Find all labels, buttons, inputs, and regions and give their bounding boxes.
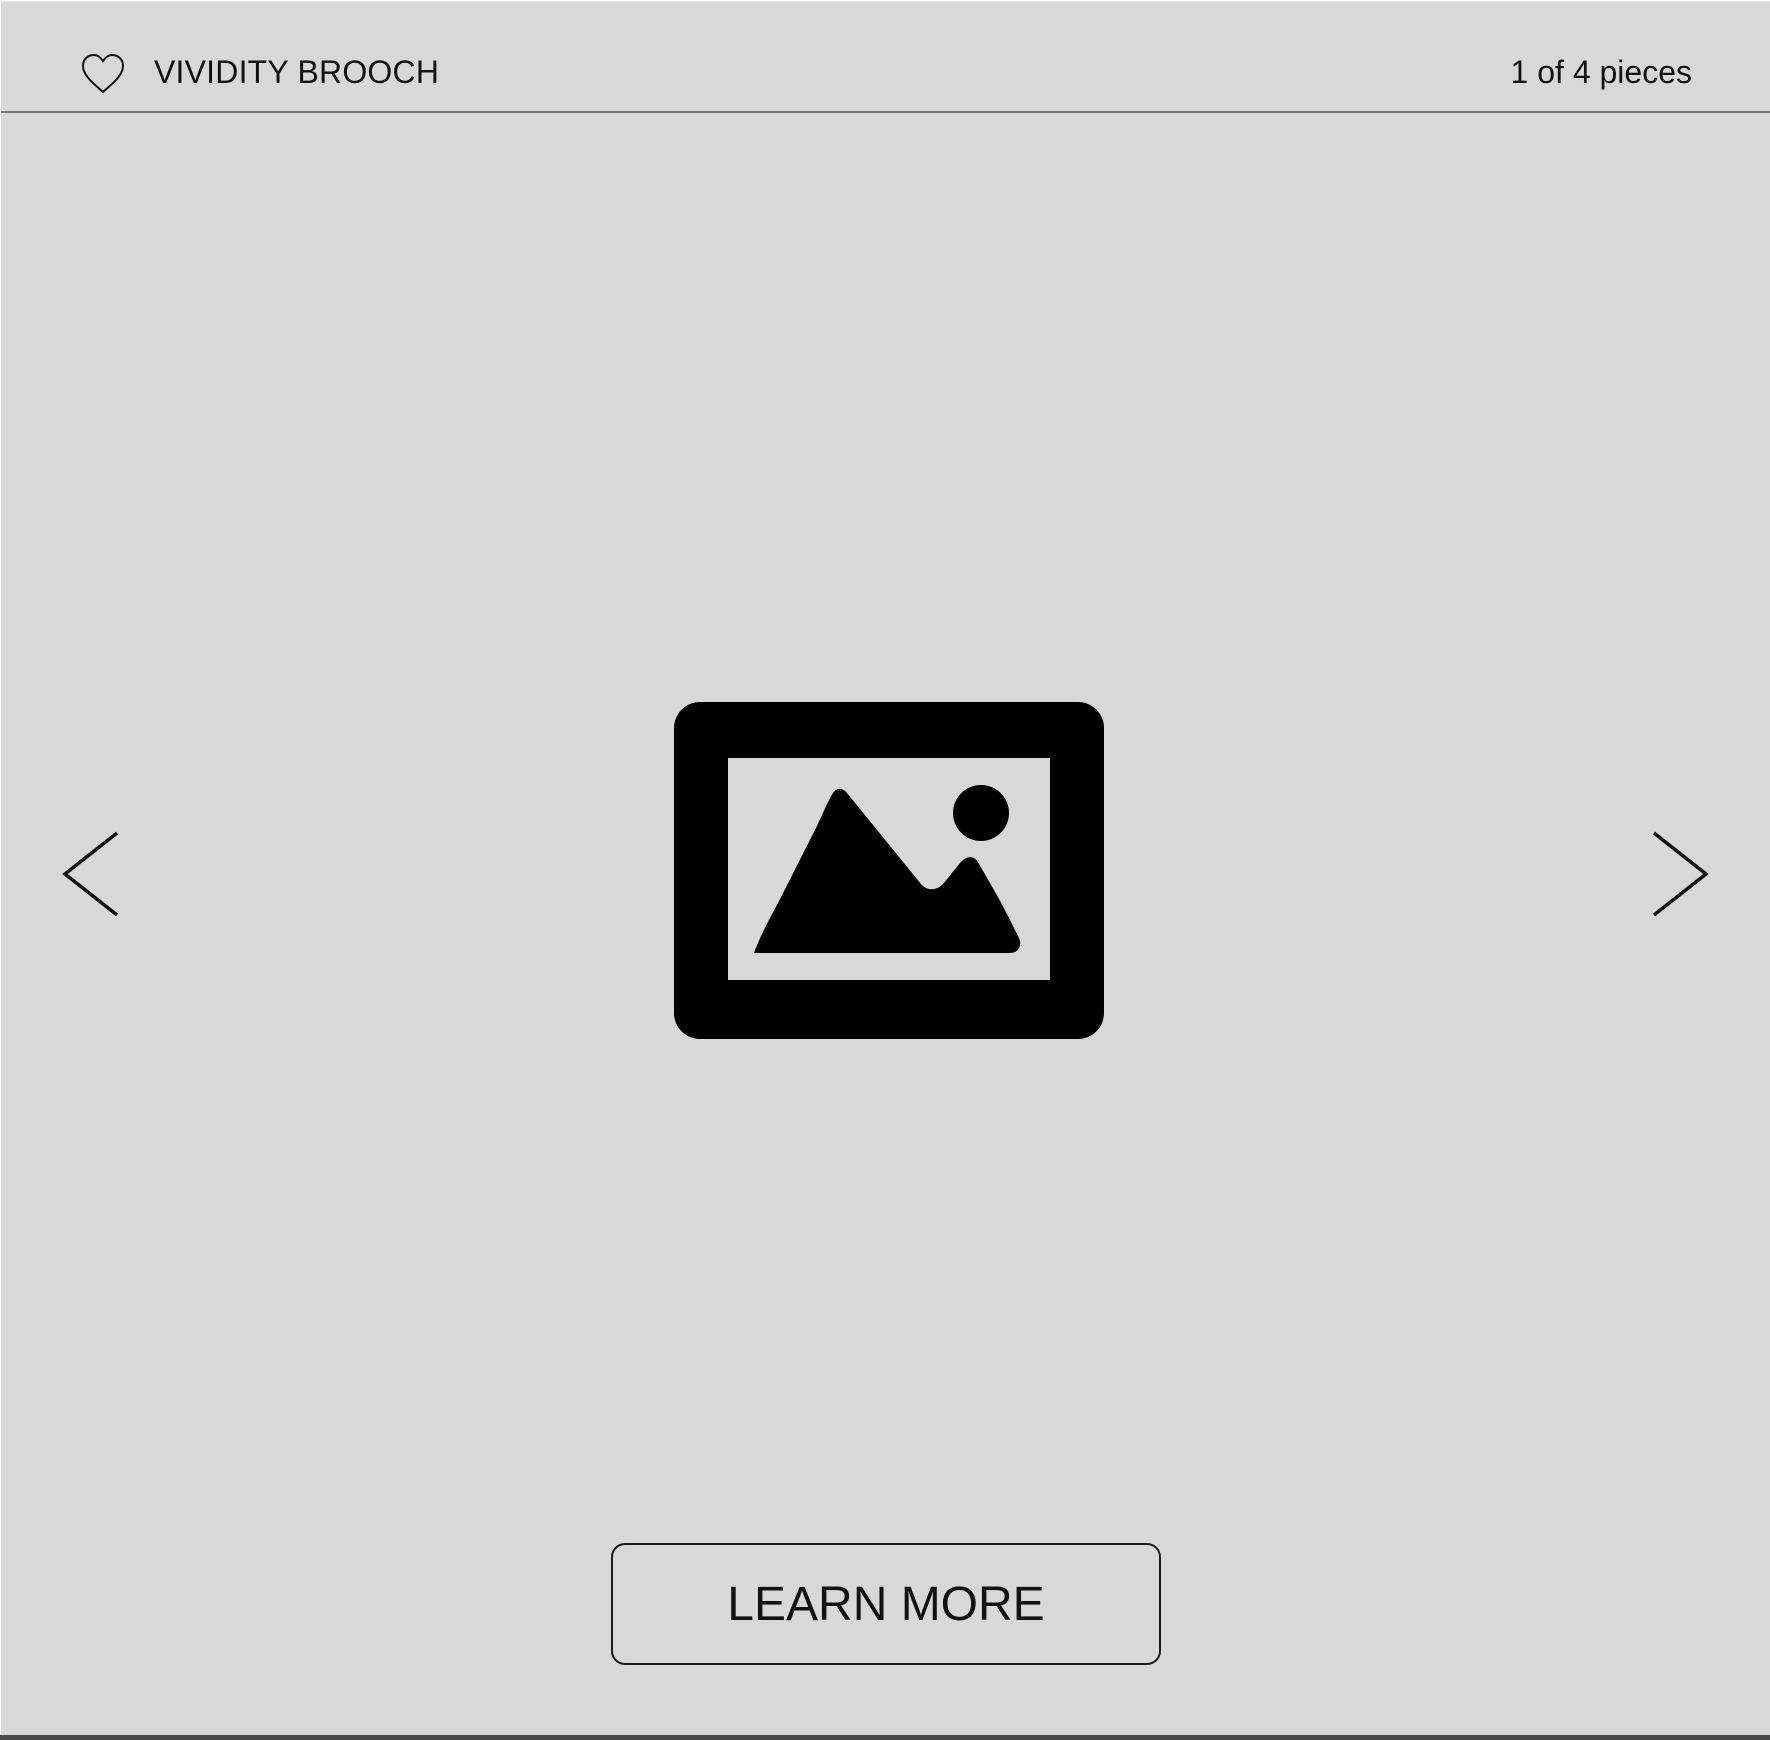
favorite-button[interactable] [79,52,127,96]
bottom-divider [0,1735,1770,1740]
product-viewer: VIVIDITY BROOCH 1 of 4 pieces LEARN MORE [1,1,1770,1735]
image-placeholder-icon [674,702,1104,1039]
product-title: VIVIDITY BROOCH [154,54,440,90]
previous-button[interactable] [57,828,127,920]
chevron-left-icon [62,831,119,917]
viewer-header: VIVIDITY BROOCH 1 of 4 pieces [1,2,1770,113]
next-button[interactable] [1644,828,1714,920]
piece-counter: 1 of 4 pieces [1510,54,1692,90]
chevron-right-icon [1652,831,1709,917]
learn-more-button[interactable]: LEARN MORE [611,1543,1161,1665]
product-image [674,702,1104,1039]
heart-outline-icon [81,53,125,94]
